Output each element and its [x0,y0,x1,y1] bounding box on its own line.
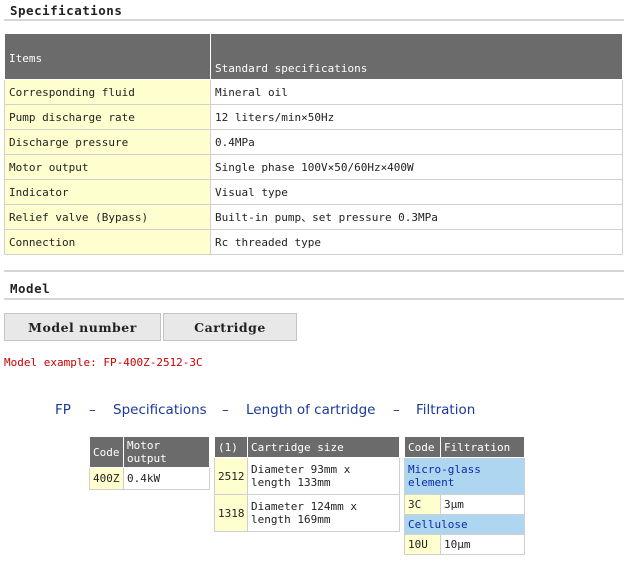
table-row: Micro-glass element [404,457,525,495]
table-row: 1318 Diameter 124mm x length 169mm [214,494,400,532]
table-row: Cellulose [404,514,525,535]
spec-item: Relief valve (Bypass) [4,204,211,230]
table-row: 3C 3μm [404,494,525,515]
table-row: 10U 10μm [404,534,525,555]
formula-prefix: FP [55,402,71,418]
group-cellulose: Cellulose [404,514,525,535]
spec-item: Connection [4,229,211,255]
section-divider [4,298,624,300]
model-section-title: Model [10,281,51,296]
filtration-value: 3μm [440,494,525,515]
cartridge-code: 1318 [214,494,248,532]
code-header: Code [89,436,124,468]
motor-output-table: Code Motor output 400Z 0.4kW [89,436,210,490]
table-header-row: Items Standard specifications [4,33,623,80]
table-row: Pump discharge rate 12 liters/min×50Hz [4,104,623,130]
section-divider [4,19,624,21]
cartridge-code: 2512 [214,457,248,495]
section-divider [4,270,624,272]
table-header-row: Code Motor output [89,436,210,468]
spec-value: Built-in pump、set pressure 0.3MPa [210,204,623,230]
spec-item: Motor output [4,154,211,180]
spec-item: Pump discharge rate [4,104,211,130]
filtration-code: 10U [404,534,441,555]
table-row: 400Z 0.4kW [89,467,210,490]
motor-code: 400Z [89,467,124,490]
formula-length-of-cartridge: Length of cartridge [246,402,376,418]
cartridge-size-value: Diameter 124mm x length 169mm [247,494,400,532]
motor-output-header: Motor output [123,436,210,468]
table-row: Discharge pressure 0.4MPa [4,129,623,155]
standard-specifications-header: Standard specifications [210,33,623,80]
table-row: Relief valve (Bypass) Built-in pump、set … [4,204,623,230]
motor-output-value: 0.4kW [123,467,210,490]
filtration-table: Code Filtration Micro-glass element 3C 3… [404,436,525,555]
cartridge-code-header: (1) [214,436,248,458]
filtration-value: 10μm [440,534,525,555]
spec-item: Indicator [4,179,211,205]
group-micro-glass-element: Micro-glass element [404,457,525,495]
formula-dash: – [89,402,96,418]
filtration-header: Filtration [440,436,525,458]
spec-item: Corresponding fluid [4,79,211,105]
cartridge-size-header: Cartridge size [247,436,400,458]
tab-cartridge[interactable]: Cartridge [163,313,297,341]
formula-filtration: Filtration [416,402,476,418]
table-row: Indicator Visual type [4,179,623,205]
specifications-table: Items Standard specifications Correspond… [4,33,623,255]
table-row: Corresponding fluid Mineral oil [4,79,623,105]
spec-value: Visual type [210,179,623,205]
spec-value: Rc threaded type [210,229,623,255]
table-header-row: (1) Cartridge size [214,436,400,458]
model-example: Model example: FP-400Z-2512-3C [4,356,203,369]
filtration-code-header: Code [404,436,441,458]
formula-specifications: Specifications [113,402,207,418]
formula-dash: – [222,402,229,418]
table-header-row: Code Filtration [404,436,525,458]
spec-value: Single phase 100V×50/60Hz×400W [210,154,623,180]
spec-value: 12 liters/min×50Hz [210,104,623,130]
table-row: Connection Rc threaded type [4,229,623,255]
specifications-section-title: Specifications [10,3,123,18]
items-header: Items [4,33,211,80]
table-row: 2512 Diameter 93mm x length 133mm [214,457,400,495]
filtration-code: 3C [404,494,441,515]
cartridge-size-value: Diameter 93mm x length 133mm [247,457,400,495]
spec-value: Mineral oil [210,79,623,105]
spec-item: Discharge pressure [4,129,211,155]
spec-value: 0.4MPa [210,129,623,155]
table-row: Motor output Single phase 100V×50/60Hz×4… [4,154,623,180]
cartridge-size-table: (1) Cartridge size 2512 Diameter 93mm x … [214,436,400,532]
tab-model-number[interactable]: Model number [4,313,161,341]
formula-dash: – [393,402,400,418]
